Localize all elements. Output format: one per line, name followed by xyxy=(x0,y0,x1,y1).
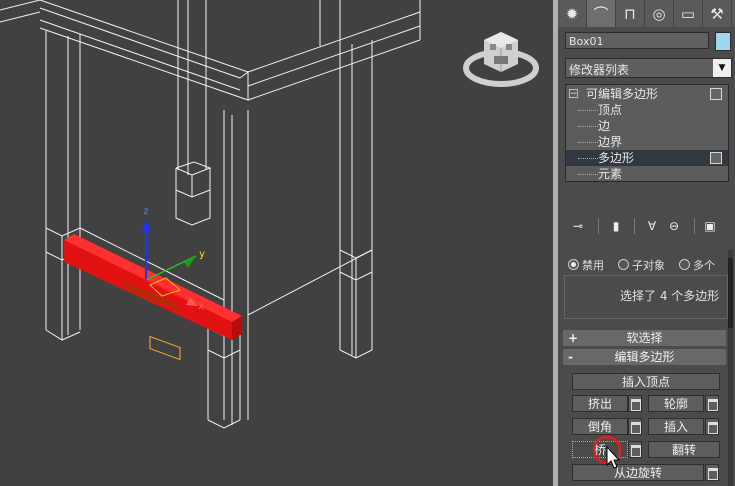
modifier-list-label: 修改器列表 xyxy=(569,63,630,77)
radio-subobject[interactable] xyxy=(618,259,629,270)
stack-item-element[interactable]: 元素 xyxy=(566,166,728,182)
extrude-settings-button[interactable] xyxy=(628,395,642,412)
cursor-indicator xyxy=(592,435,622,469)
stack-item-polygon[interactable]: 多边形 xyxy=(566,150,728,166)
outline-settings-button[interactable] xyxy=(705,395,719,412)
stack-item-edge[interactable]: 边 xyxy=(566,118,728,134)
modifier-list-dropdown[interactable]: 修改器列表 ▼ xyxy=(565,58,732,78)
selected-polygons xyxy=(64,234,242,361)
object-name-field[interactable]: Box01 xyxy=(565,32,709,49)
selection-info-text: 选择了 4 个多边形 xyxy=(620,289,720,303)
command-panel-tabs: ✹ ⌒ ⊓ ◎ ▭ ⚒ xyxy=(558,0,735,27)
radio-label: 禁用 xyxy=(582,259,604,272)
extrude-button[interactable]: 挤出 xyxy=(572,395,628,412)
stack-item-vertex[interactable]: 顶点 xyxy=(566,102,728,118)
command-panel: ✹ ⌒ ⊓ ◎ ▭ ⚒ Box01 修改器列表 ▼ − 可编辑多边形 顶点 边 … xyxy=(558,0,735,486)
hinge-settings-button[interactable] xyxy=(705,464,719,481)
wireframe-table xyxy=(0,0,421,429)
panel-scrollbar[interactable] xyxy=(728,250,733,486)
hierarchy-icon: ⊓ xyxy=(624,4,636,23)
object-color-swatch[interactable] xyxy=(715,32,731,51)
configure-sets-icon[interactable]: ▣ xyxy=(700,217,720,235)
modify-tab[interactable]: ⌒ xyxy=(587,0,616,27)
collapse-icon[interactable]: − xyxy=(569,89,578,99)
stack-item-label: 多边形 xyxy=(598,151,635,165)
collapse-icon: - xyxy=(568,350,573,364)
motion-tab[interactable]: ◎ xyxy=(645,0,674,27)
radio-disabled[interactable] xyxy=(568,259,579,270)
preview-selection-row: 禁用 子对象 多个 xyxy=(558,256,728,272)
display-icon: ▭ xyxy=(680,4,696,23)
radio-label: 子对象 xyxy=(632,259,665,272)
modifier-stack: − 可编辑多边形 顶点 边 边界 多边形 元素 xyxy=(565,84,729,182)
stack-root-label: 可编辑多边形 xyxy=(586,87,659,101)
display-tab[interactable]: ▭ xyxy=(674,0,703,27)
flip-button[interactable]: 翻转 xyxy=(648,441,720,458)
axis-label-z: z xyxy=(143,206,149,217)
axis-label-y: y xyxy=(199,249,205,260)
rollout-edit-polygons[interactable]: - 编辑多边形 xyxy=(563,349,726,365)
outline-button[interactable]: 轮廓 xyxy=(648,395,704,412)
utilities-tab[interactable]: ⚒ xyxy=(703,0,732,27)
inset-button[interactable]: 插入 xyxy=(648,418,704,435)
stack-item-editable-poly[interactable]: − 可编辑多边形 xyxy=(566,86,728,102)
bridge-settings-button[interactable] xyxy=(628,441,642,458)
perspective-viewport[interactable]: z y x xyxy=(0,0,553,486)
hierarchy-tab[interactable]: ⊓ xyxy=(616,0,645,27)
chevron-down-icon[interactable]: ▼ xyxy=(713,59,731,77)
bevel-button[interactable]: 倒角 xyxy=(572,418,628,435)
pin-stack-icon[interactable]: ⊸ xyxy=(568,217,588,235)
stack-item-label: 边 xyxy=(598,119,611,133)
rollout-title: 软选择 xyxy=(626,331,663,345)
expand-icon: + xyxy=(568,331,579,345)
radio-multi[interactable] xyxy=(679,259,690,270)
stack-item-label: 元素 xyxy=(598,167,623,181)
inset-settings-button[interactable] xyxy=(705,418,719,435)
utilities-icon: ⚒ xyxy=(710,4,724,23)
motion-icon: ◎ xyxy=(652,4,666,23)
rollout-title: 编辑多边形 xyxy=(614,350,675,364)
make-unique-icon[interactable]: ∀ xyxy=(642,217,662,235)
stack-item-toggle[interactable] xyxy=(710,152,722,164)
bevel-settings-button[interactable] xyxy=(628,418,642,435)
stack-item-label: 顶点 xyxy=(598,103,623,117)
stack-toolbar: ⊸ ▮ ∀ ⊖ ▣ xyxy=(558,214,735,238)
show-end-result-icon[interactable]: ▮ xyxy=(606,217,626,235)
rollout-soft-selection[interactable]: + 软选择 xyxy=(563,330,726,346)
axis-label-x: x xyxy=(198,301,204,312)
mouse-pointer-icon xyxy=(606,445,621,469)
stack-root-toggle[interactable] xyxy=(710,88,722,100)
modify-icon: ⌒ xyxy=(593,5,609,23)
viewcube[interactable] xyxy=(463,32,539,87)
create-icon: ✹ xyxy=(565,4,579,23)
insert-vertex-button[interactable]: 插入顶点 xyxy=(572,373,720,390)
create-tab[interactable]: ✹ xyxy=(558,0,587,27)
stack-item-border[interactable]: 边界 xyxy=(566,134,728,150)
wireframe-scene: z y x xyxy=(0,0,539,429)
radio-label: 多个 xyxy=(693,259,715,272)
remove-modifier-icon[interactable]: ⊖ xyxy=(664,217,684,235)
stack-item-label: 边界 xyxy=(598,135,623,149)
